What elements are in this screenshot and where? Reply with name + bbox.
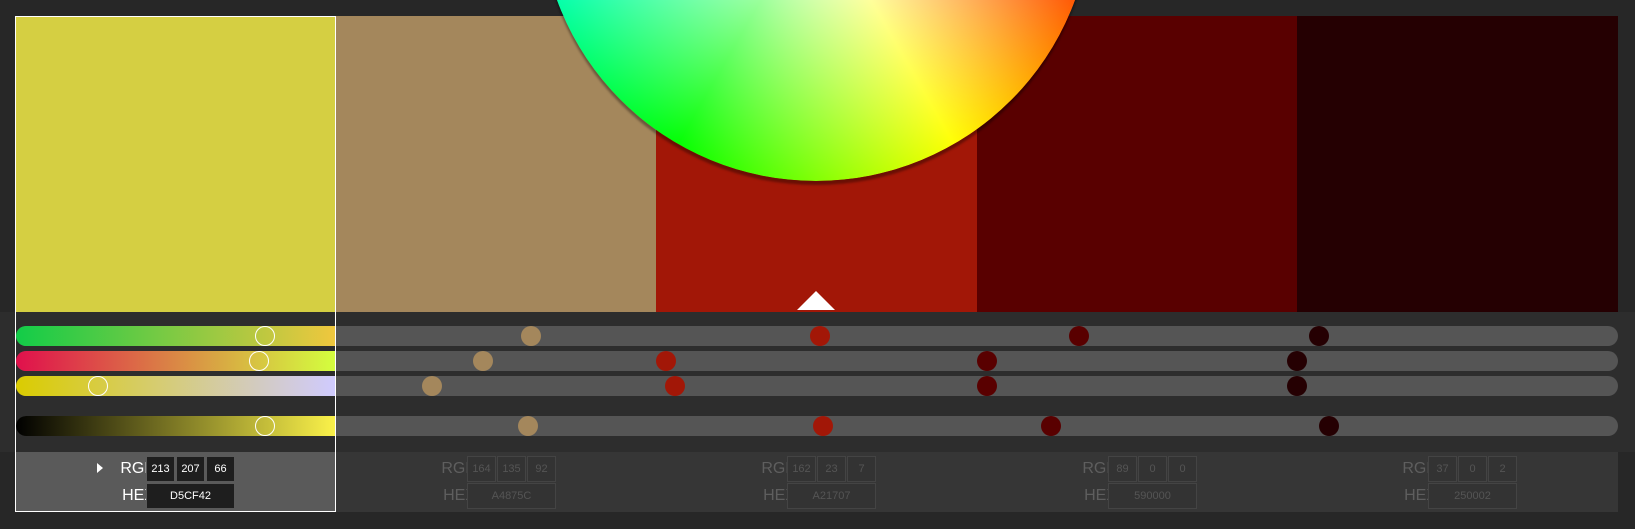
slider-gradient xyxy=(16,416,336,436)
b-field[interactable]: 92 xyxy=(527,456,556,482)
slider-3-handle-3[interactable] xyxy=(665,376,686,396)
slider-1-handle-4[interactable] xyxy=(1069,326,1090,346)
caret-right-icon[interactable] xyxy=(97,463,103,473)
color-values-3[interactable]: RGB HEX 162 23 7 A21707 xyxy=(656,452,976,512)
brightness-handle-3[interactable] xyxy=(812,416,833,436)
slider-2-handle-2[interactable] xyxy=(473,351,494,371)
g-field[interactable]: 23 xyxy=(817,456,846,482)
slider-3-handle-4[interactable] xyxy=(976,376,997,396)
r-field[interactable]: 37 xyxy=(1428,456,1457,482)
color-values-2[interactable]: RGB HEX 164 135 92 A4875C xyxy=(336,452,656,512)
brightness-handle-4[interactable] xyxy=(1040,416,1061,436)
g-field[interactable]: 135 xyxy=(497,456,526,482)
r-field[interactable]: 213 xyxy=(146,456,175,482)
slider-gradient xyxy=(16,351,336,371)
brightness-handle-2[interactable] xyxy=(518,416,538,436)
slider-gradient xyxy=(16,326,336,346)
slider-1-handle-2[interactable] xyxy=(521,326,542,346)
slider-2-handle-5[interactable] xyxy=(1287,351,1307,371)
slider-gradient xyxy=(16,376,336,396)
b-field[interactable]: 66 xyxy=(206,456,235,482)
hex-field[interactable]: 250002 xyxy=(1428,483,1517,509)
r-field[interactable]: 162 xyxy=(787,456,816,482)
slider-track-3[interactable] xyxy=(16,376,1618,396)
hex-field[interactable]: 590000 xyxy=(1108,483,1197,509)
brightness-handle-5[interactable] xyxy=(1319,416,1340,436)
color-values-4[interactable]: RGB HEX 89 0 0 590000 xyxy=(977,452,1297,512)
g-field[interactable]: 207 xyxy=(176,456,205,482)
b-field[interactable]: 7 xyxy=(847,456,876,482)
hex-field[interactable]: A4875C xyxy=(467,483,556,509)
r-field[interactable]: 164 xyxy=(467,456,496,482)
r-field[interactable]: 89 xyxy=(1108,456,1137,482)
color-swatch-5[interactable] xyxy=(1297,16,1618,312)
slider-2-handle-3[interactable] xyxy=(655,351,676,371)
slider-1-handle-1[interactable] xyxy=(255,326,276,346)
slider-3-handle-5[interactable] xyxy=(1287,376,1307,396)
brightness-handle-1[interactable] xyxy=(255,416,276,436)
slider-2-handle-1[interactable] xyxy=(248,351,269,371)
color-swatch-1[interactable] xyxy=(15,16,336,312)
g-field[interactable]: 0 xyxy=(1138,456,1167,482)
color-wheel-pointer-icon[interactable] xyxy=(797,291,835,310)
slider-1-handle-3[interactable] xyxy=(809,326,830,346)
b-field[interactable]: 0 xyxy=(1168,456,1197,482)
slider-1-handle-5[interactable] xyxy=(1309,326,1330,346)
slider-3-handle-1[interactable] xyxy=(88,376,109,396)
slider-2-handle-4[interactable] xyxy=(976,351,997,371)
color-theme-editor: RGB HEX 213 207 66 D5CF42 RGB HEX 164 13… xyxy=(0,0,1635,529)
b-field[interactable]: 2 xyxy=(1488,456,1517,482)
hex-field[interactable]: A21707 xyxy=(787,483,876,509)
color-values-1[interactable]: RGB HEX 213 207 66 D5CF42 xyxy=(15,452,335,512)
slider-3-handle-2[interactable] xyxy=(422,376,442,396)
color-values-5[interactable]: RGB HEX 37 0 2 250002 xyxy=(1297,452,1617,512)
g-field[interactable]: 0 xyxy=(1458,456,1487,482)
hex-field[interactable]: D5CF42 xyxy=(146,483,235,509)
